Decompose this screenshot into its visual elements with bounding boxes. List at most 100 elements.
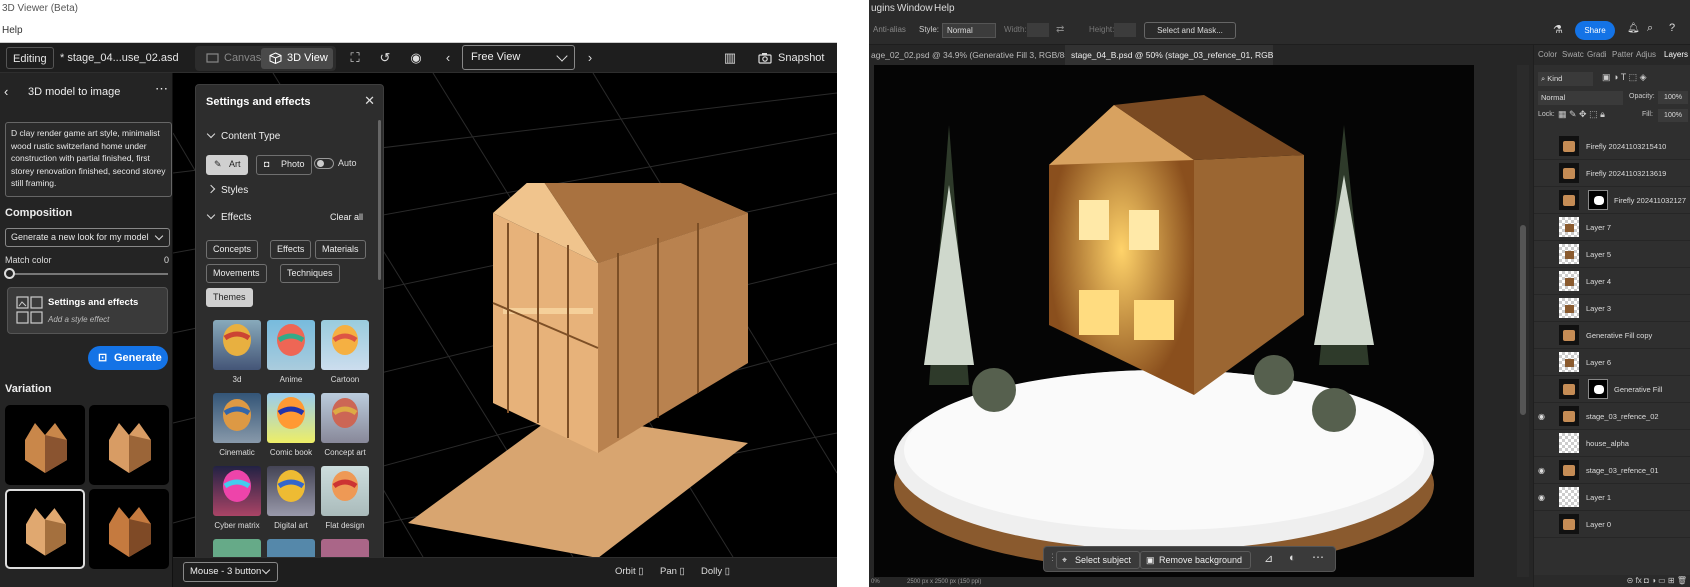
tile-cyber-matrix[interactable] (213, 466, 261, 516)
layer-row[interactable]: Generative Fill copy (1534, 322, 1690, 349)
menu-help[interactable]: Help (2, 25, 23, 36)
variation-thumb-3[interactable] (5, 489, 85, 569)
adjust-icon[interactable]: ◐ (1289, 552, 1296, 564)
chart-icon[interactable]: ▥ (722, 50, 738, 66)
layer-row[interactable]: Layer 6 (1534, 349, 1690, 376)
doc-tab-2[interactable]: stage_04_B.psd @ 50% (stage_03_refence_0… (1065, 45, 1273, 65)
more-options-icon[interactable]: ⋯ (1312, 550, 1324, 564)
layer-row[interactable]: Firefly 20241103213619 (1534, 160, 1690, 187)
snapshot-button[interactable]: Snapshot (758, 47, 824, 69)
3d-view-tab[interactable]: 3D View (261, 48, 333, 69)
reset-view-icon[interactable]: ↺ (377, 50, 393, 66)
editing-mode-button[interactable]: Editing (6, 47, 54, 69)
variation-thumb-2[interactable] (89, 405, 169, 485)
layer-mask-thumbnail[interactable] (1588, 379, 1608, 399)
menu-plugins[interactable]: ugins (871, 0, 895, 17)
chip-materials[interactable]: Materials (315, 240, 366, 259)
content-type-section[interactable]: Content Type (206, 129, 280, 142)
layer-row[interactable]: ◉ stage_03_refence_01 (1534, 457, 1690, 484)
tab-color[interactable]: Color (1538, 45, 1557, 65)
prev-view-icon[interactable]: ‹ (440, 50, 456, 66)
tab-patterns[interactable]: Patter (1612, 45, 1633, 65)
close-icon[interactable]: ✕ (364, 93, 375, 109)
chip-techniques[interactable]: Techniques (280, 264, 340, 283)
chip-movements[interactable]: Movements (206, 264, 267, 283)
styles-section[interactable]: Styles (206, 184, 248, 196)
layer-row[interactable]: ◉ Layer 1 (1534, 484, 1690, 511)
input-device-dropdown[interactable]: Mouse - 3 button (183, 562, 278, 582)
fill-input[interactable]: 100% (1658, 109, 1688, 122)
visibility-eye-icon[interactable]: ◉ (1538, 484, 1545, 511)
swap-icon[interactable]: ⇄ (1056, 24, 1064, 35)
tab-adjustments[interactable]: Adjus (1636, 45, 1656, 65)
layer-row[interactable]: Firefly 202411032127 (1534, 187, 1690, 214)
canvas-scrollbar[interactable] (1517, 65, 1529, 577)
camera-view-dropdown[interactable]: Free View (462, 45, 575, 70)
layer-mask-thumbnail[interactable] (1588, 190, 1608, 210)
composition-select[interactable]: Generate a new look for my model (5, 228, 170, 247)
document-canvas[interactable] (874, 65, 1474, 577)
settings-effects-card[interactable]: Settings and effects Add a style effect (7, 287, 168, 334)
layer-row[interactable]: Layer 7 (1534, 214, 1690, 241)
canvas-tab[interactable]: Canvas (198, 48, 261, 69)
effects-section[interactable]: Effects (206, 210, 251, 223)
help-icon[interactable]: ? (1669, 22, 1675, 34)
menu-window[interactable]: Window (897, 0, 933, 17)
back-icon[interactable]: ‹ (4, 73, 8, 111)
share-button[interactable]: Share (1575, 21, 1615, 40)
layer-row[interactable]: ◉ stage_03_refence_02 (1534, 403, 1690, 430)
width-input[interactable] (1027, 23, 1049, 37)
lock-icons[interactable]: ▦ ✎ ✥ ⬚ 🔒︎ (1558, 109, 1605, 120)
search-icon[interactable]: ⌕ (1647, 22, 1653, 35)
camera-icon[interactable]: ◉ (408, 50, 424, 66)
height-input[interactable] (1114, 23, 1136, 37)
layers-footer-icons[interactable]: ⊝ fx ◘ ◑ ▭ ⊞ 🗑︎ (1534, 575, 1690, 587)
transform-icon[interactable]: ⊿ (1264, 552, 1273, 565)
prompt-textarea[interactable]: D clay render game art style, minimalist… (5, 122, 172, 197)
tile-anime[interactable] (267, 320, 315, 370)
tab-gradients[interactable]: Gradi (1587, 45, 1607, 65)
select-subject-button[interactable]: ⌖ Select subject (1056, 551, 1141, 569)
photo-toggle[interactable]: ◘ Photo (256, 155, 312, 175)
more-options-icon[interactable]: ⋯ (155, 70, 168, 108)
layer-row[interactable]: Layer 0 (1534, 511, 1690, 538)
popup-scrollbar[interactable] (378, 120, 381, 280)
clear-all-link[interactable]: Clear all (330, 212, 363, 222)
zoom-level[interactable]: 0% (871, 577, 880, 587)
bell-icon[interactable]: 🔔︎ (1627, 23, 1640, 34)
tile-flat-design[interactable] (321, 466, 369, 516)
match-color-track[interactable] (8, 273, 168, 275)
menu-help[interactable]: Help (934, 0, 955, 17)
visibility-eye-icon[interactable]: ◉ (1538, 457, 1545, 484)
layer-row[interactable]: Layer 4 (1534, 268, 1690, 295)
layer-row[interactable]: Layer 3 (1534, 295, 1690, 322)
next-view-icon[interactable]: › (582, 50, 598, 66)
frame-icon[interactable]: ⛶ (347, 50, 363, 66)
doc-tab-1[interactable]: age_02_02.psd @ 34.9% (Generative Fill 3… (869, 45, 1065, 65)
select-and-mask-button[interactable]: Select and Mask... (1144, 22, 1236, 39)
variation-thumb-1[interactable] (5, 405, 85, 485)
style-select[interactable]: Normal (942, 23, 996, 38)
auto-switch[interactable] (314, 158, 334, 169)
tile-3d[interactable] (213, 320, 261, 370)
filter-icons[interactable]: ▣ ◑ T ⬚ ◈ (1602, 72, 1647, 83)
chip-effects[interactable]: Effects (270, 240, 312, 259)
remove-background-button[interactable]: ▣ Remove background (1140, 551, 1252, 569)
match-color-slider[interactable] (4, 268, 15, 279)
blend-mode-select[interactable]: Normal (1538, 91, 1623, 105)
tile-cinematic[interactable] (213, 393, 261, 443)
art-toggle[interactable]: ✎ Art (206, 155, 248, 175)
tile-comic-book[interactable] (267, 393, 315, 443)
opacity-input[interactable]: 100% (1658, 91, 1688, 104)
chip-themes[interactable]: Themes (206, 288, 253, 307)
variation-thumb-4[interactable] (89, 489, 169, 569)
anti-alias-label[interactable]: Anti-alias (873, 25, 906, 34)
chip-concepts[interactable]: Concepts (206, 240, 259, 259)
tile-cartoon[interactable] (321, 320, 369, 370)
tile-concept-art[interactable] (321, 393, 369, 443)
tab-swatches[interactable]: Swatc (1562, 45, 1584, 65)
layer-row[interactable]: Firefly 20241103215410 (1534, 133, 1690, 160)
flask-icon[interactable]: ⚗ (1553, 23, 1563, 36)
tile-digital-art[interactable] (267, 466, 315, 516)
tab-layers[interactable]: Layers (1664, 45, 1688, 65)
